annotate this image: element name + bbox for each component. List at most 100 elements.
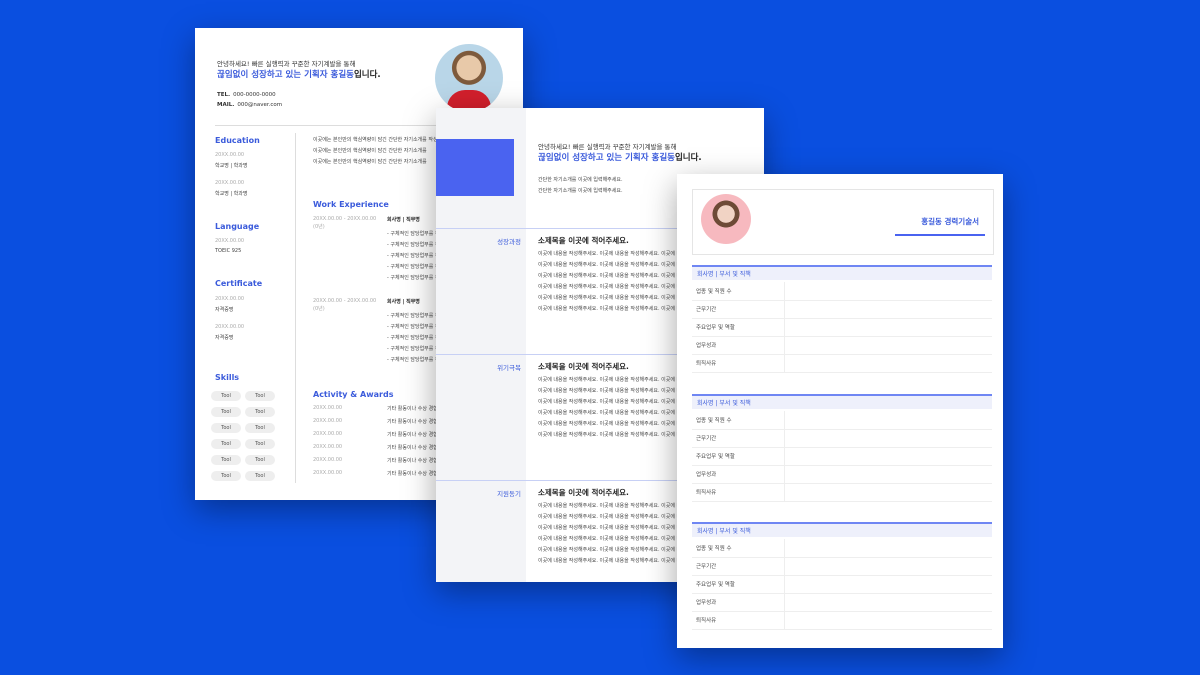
contact-mail: MAIL. 000@naver.com	[217, 102, 283, 108]
body-line: 이곳에 내용을 작성해주세요. 이곳에 내용을 작성해주세요. 이곳에 내용	[538, 421, 686, 427]
body-line: 이곳에 내용을 작성해주세요. 이곳에 내용을 작성해주세요. 이곳에 내용	[538, 514, 686, 520]
work-bullet: - 구체적인 담당업무를 작	[387, 346, 440, 352]
work-bullet: - 구체적인 담당업무를 작	[387, 242, 440, 248]
body-line: 이곳에 내용을 작성해주세요. 이곳에 내용을 작성해주세요. 이곳에 내용	[538, 536, 686, 542]
body-line: 이곳에 내용을 작성해주세요. 이곳에 내용을 작성해주세요. 이곳에 내용	[538, 503, 686, 509]
career-document: 홍길동 경력기술서 회사명 | 부서 및 직책 업종 및 직원 수 근무기간 주요업무…	[677, 174, 1003, 648]
row-divider	[784, 465, 785, 483]
row-divider	[784, 354, 785, 372]
body-line: 이곳에 내용을 작성해주세요. 이곳에 내용을 작성해주세요. 이곳에 내용	[538, 262, 686, 268]
skill-pill: Tool	[245, 439, 275, 449]
row-label: 업종 및 직원 수	[696, 418, 732, 424]
skill-pill: Tool	[245, 423, 275, 433]
intro-tail: 입니다.	[674, 153, 702, 163]
skill-pill: Tool	[245, 455, 275, 465]
row-divider	[784, 539, 785, 557]
body-line: 이곳에 내용을 작성해주세요. 이곳에 내용을 작성해주세요. 이곳에 내용	[538, 251, 686, 257]
section-heading: 소제목을 이곳에 적어주세요.	[538, 236, 629, 245]
intro-headline: 끊임없이 성장하고 있는 기획자 홍길동입니다.	[538, 151, 702, 163]
row-label: 업무성과	[696, 472, 717, 478]
skill-pill: Tool	[245, 471, 275, 481]
entry-date: 20XX.00.00	[215, 296, 245, 302]
body-line: 이곳에 내용을 작성해주세요. 이곳에 내용을 작성해주세요. 이곳에 내용	[538, 284, 686, 290]
body-line: 이곳에 내용을 작성해주세요. 이곳에 내용을 작성해주세요. 이곳에 내용	[538, 432, 686, 438]
skill-pill: Tool	[211, 471, 241, 481]
activity-text: 기타 활동이나 수상 경험	[387, 419, 438, 425]
body-line: 이곳에 내용을 작성해주세요. 이곳에 내용을 작성해주세요. 이곳에 내용	[538, 388, 686, 394]
intro-sub-line: 간단한 자기소개를 이곳에 입력해주세요.	[538, 177, 623, 183]
body-line: 이곳에 내용을 작성해주세요. 이곳에 내용을 작성해주세요. 이곳에 내용	[538, 558, 686, 564]
language-title: Language	[215, 222, 260, 231]
row-divider	[784, 593, 785, 611]
work-bullet: - 구체적인 담당업무를 작	[387, 335, 440, 341]
summary-line: 이곳에는 본인만의 핵심역량이 담긴 간단한 자기소개를	[313, 159, 427, 165]
table-row: 근무기간	[692, 557, 992, 576]
work-bullet: - 구체적인 담당업무를 작	[387, 275, 440, 281]
intro-headline: 끊임없이 성장하고 있는 기획자 홍길동입니다.	[217, 68, 381, 80]
row-label: 업무성과	[696, 600, 717, 606]
table-row: 근무기간	[692, 300, 992, 319]
activity-date: 20XX.00.00	[313, 431, 343, 437]
entry-date: 20XX.00.00	[215, 238, 245, 244]
contact-tel: TEL. 000-0000-0000	[217, 92, 276, 98]
activity-title: Activity & Awards	[313, 390, 394, 399]
document-title: 홍길동 경력기술서	[921, 217, 979, 226]
row-divider	[784, 447, 785, 465]
activity-date: 20XX.00.00	[313, 457, 343, 463]
summary-line: 이곳에는 본인만의 핵심역량이 담긴 간단한 자기소개를 작성해	[313, 137, 443, 143]
row-divider	[784, 575, 785, 593]
row-divider	[784, 318, 785, 336]
entry-text: TOEIC 925	[215, 248, 242, 254]
work-bullet: - 구체적인 담당업무를 작	[387, 231, 440, 237]
entry-text: 자격증명	[215, 335, 234, 341]
intro-line: 안녕하세요! 빠른 실행력과 꾸준한 자기계발을 통해	[217, 60, 356, 68]
table-row: 업무성과	[692, 593, 992, 612]
row-label: 퇴직사유	[696, 618, 717, 624]
row-label: 업무성과	[696, 343, 717, 349]
section-label: 지원동기	[497, 490, 521, 498]
skills-title: Skills	[215, 373, 240, 382]
row-divider	[784, 557, 785, 575]
certificate-title: Certificate	[215, 279, 263, 288]
entry-date: 20XX.00.00	[215, 180, 245, 186]
work-bullet: - 구체적인 담당업무를 작	[387, 324, 440, 330]
intro-highlight: 끊임없이 성장하고 있는 기획자 홍길동	[538, 153, 675, 163]
table-row: 퇴직사유	[692, 483, 992, 502]
work-company: 회사명 | 직무명	[387, 217, 420, 223]
title-underline	[895, 234, 985, 236]
body-line: 이곳에 내용을 작성해주세요. 이곳에 내용을 작성해주세요. 이곳에 내용	[538, 273, 686, 279]
intro-line: 안녕하세요! 빠른 실행력과 꾸준한 자기계발을 통해	[538, 143, 677, 151]
activity-text: 기타 활동이나 수상 경험	[387, 471, 438, 477]
row-label: 근무기간	[696, 564, 717, 570]
work-experience-title: Work Experience	[313, 200, 389, 209]
row-divider	[784, 483, 785, 501]
intro-tail: 입니다.	[353, 70, 381, 80]
section-heading: 소제목을 이곳에 적어주세요.	[538, 488, 629, 497]
table-row: 퇴직사유	[692, 354, 992, 373]
summary-line: 이곳에는 본인만의 핵심역량이 담긴 간단한 자기소개를	[313, 148, 427, 154]
activity-text: 기타 활동이나 수상 경험	[387, 458, 438, 464]
row-label: 퇴직사유	[696, 361, 717, 367]
activity-text: 기타 활동이나 수상 경험	[387, 432, 438, 438]
body-line: 이곳에 내용을 작성해주세요. 이곳에 내용을 작성해주세요. 이곳에 내용	[538, 525, 686, 531]
intro-highlight: 끊임없이 성장하고 있는 기획자 홍길동	[217, 70, 354, 80]
skill-pill: Tool	[245, 407, 275, 417]
table-row: 주요업무 및 역할	[692, 318, 992, 337]
row-divider	[784, 282, 785, 300]
row-label: 퇴직사유	[696, 490, 717, 496]
activity-text: 기타 활동이나 수상 경험	[387, 406, 438, 412]
table-row: 업종 및 직원 수	[692, 282, 992, 301]
activity-date: 20XX.00.00	[313, 470, 343, 476]
row-label: 근무기간	[696, 436, 717, 442]
activity-date: 20XX.00.00	[313, 418, 343, 424]
work-bullet: - 구체적인 담당업무를 작	[387, 357, 440, 363]
table-row: 업종 및 직원 수	[692, 539, 992, 558]
activity-date: 20XX.00.00	[313, 444, 343, 450]
accent-block	[436, 139, 514, 196]
block-header: 회사명 | 부서 및 직책	[692, 522, 992, 537]
table-row: 업무성과	[692, 336, 992, 355]
activity-text: 기타 활동이나 수상 경험	[387, 445, 438, 451]
table-row: 주요업무 및 역할	[692, 575, 992, 594]
body-line: 이곳에 내용을 작성해주세요. 이곳에 내용을 작성해주세요. 이곳에 내용	[538, 399, 686, 405]
entry-text: 자격증명	[215, 307, 234, 313]
